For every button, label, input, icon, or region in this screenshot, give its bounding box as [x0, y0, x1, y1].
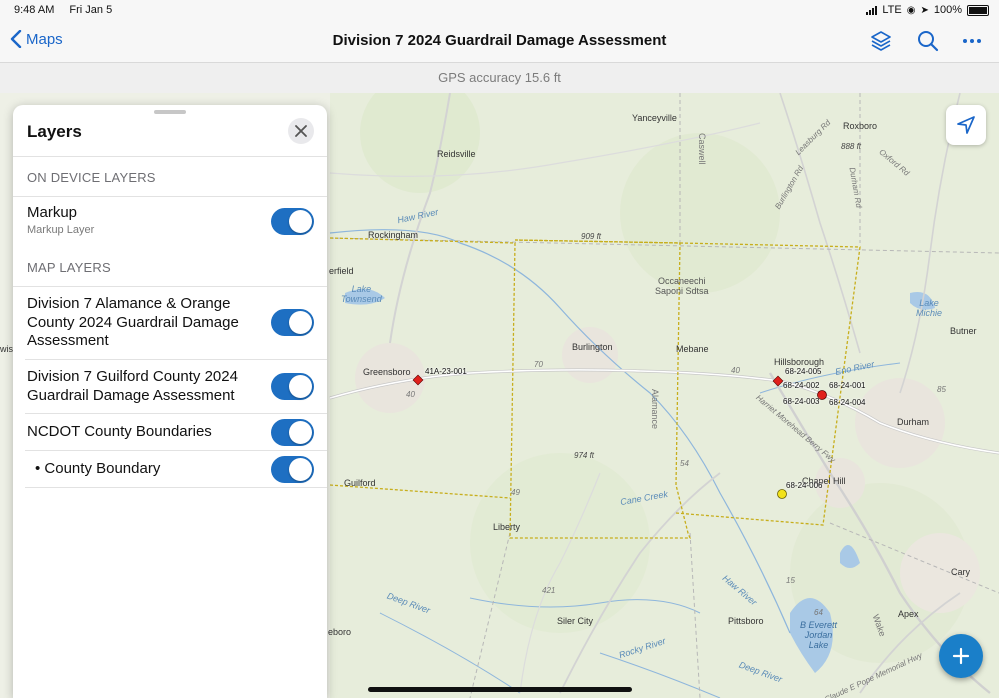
map-label-hillsborough: Hillsborough	[774, 357, 825, 367]
map-label-elev-974: 974 ft	[574, 451, 595, 460]
map-label-cary: Cary	[951, 567, 971, 577]
point-label-68-24-001: 68-24-001	[829, 381, 866, 390]
map-label-greensboro: Greensboro	[363, 367, 411, 377]
more-icon[interactable]	[961, 30, 983, 52]
map-label-route-64: 64	[814, 608, 823, 617]
divider	[13, 196, 327, 197]
plus-icon	[952, 647, 970, 665]
map-label-durham: Durham	[897, 417, 930, 427]
toggle-alamance-orange[interactable]	[271, 309, 314, 336]
close-button[interactable]	[288, 118, 314, 144]
map-label-route-421: 421	[542, 586, 556, 595]
point-68-24-006[interactable]	[777, 489, 787, 499]
layer-name-county-boundary: • County Boundary	[35, 460, 161, 477]
point-label-68-24-006: 68-24-006	[786, 481, 823, 490]
map-label-erfield: erfield	[329, 266, 354, 276]
map-label-butner: Butner	[950, 326, 977, 336]
map-label-mebane: Mebane	[676, 344, 709, 354]
map-label-alamance: Alamance	[650, 389, 660, 430]
status-date: Fri Jan 5	[69, 4, 113, 16]
toggle-guilford[interactable]	[271, 373, 314, 400]
gps-accuracy-bar: GPS accuracy 15.6 ft	[0, 62, 999, 94]
map-label-jordan-lake: B Everett Jordan Lake	[800, 620, 838, 650]
divider	[13, 156, 327, 157]
locate-button[interactable]	[946, 105, 986, 145]
layer-name-county-boundaries: NCDOT County Boundaries	[27, 423, 212, 440]
map-label-eboro: eboro	[328, 627, 352, 637]
back-button[interactable]: Maps	[10, 30, 63, 48]
toggle-knob	[289, 210, 312, 233]
map-label-route-54: 54	[680, 459, 689, 468]
add-feature-button[interactable]	[939, 634, 983, 678]
location-arrow-icon: ➤	[920, 4, 929, 16]
point-label-68-24-004: 68-24-004	[829, 398, 866, 407]
divider	[13, 286, 327, 287]
map-label-pittsboro: Pittsboro	[728, 616, 764, 626]
toggle-county-boundaries[interactable]	[271, 419, 314, 446]
chevron-left-icon	[10, 30, 22, 48]
map-label-rockingham: Rockingham	[368, 230, 419, 240]
map-label-elev-888: 888 ft	[841, 142, 862, 151]
map-label-route-49: 49	[511, 488, 520, 497]
map-label-roxboro: Roxboro	[843, 121, 878, 131]
point-label-68-24-002: 68-24-002	[783, 381, 820, 390]
map-label-burlington: Burlington	[572, 342, 613, 352]
map-label-liberty: Liberty	[493, 522, 521, 532]
map-label-caswell: Caswell	[697, 133, 707, 165]
divider	[25, 413, 327, 414]
layers-panel: Layers ON DEVICE LAYERS Markup Markup La…	[13, 105, 327, 698]
status-time: 9:48 AM	[14, 4, 55, 16]
toggle-knob	[289, 311, 312, 334]
layer-sublabel-markup: Markup Layer	[27, 224, 95, 236]
battery-icon	[967, 4, 989, 16]
map-label-yanceyville: Yanceyville	[632, 113, 677, 123]
nav-bar: Maps Division 7 2024 Guardrail Damage As…	[0, 20, 999, 62]
divider	[25, 450, 327, 451]
map-label-route-40-east: 40	[731, 366, 740, 375]
point-label-68-24-005: 68-24-005	[785, 367, 822, 376]
divider	[25, 487, 327, 488]
toggle-knob	[289, 421, 312, 444]
layer-name-alamance-orange: Division 7 Alamance & Orange County 2024…	[27, 295, 239, 349]
map-label-route-15: 15	[786, 576, 795, 585]
location-services-icon: ◉	[906, 4, 916, 16]
battery-label: 100%	[933, 4, 962, 16]
map-label-apex: Apex	[898, 609, 919, 619]
network-label: LTE	[882, 4, 902, 16]
map-label-elev-909: 909 ft	[581, 232, 602, 241]
map-label-route-70: 70	[534, 360, 543, 369]
layer-name-guilford: Division 7 Guilford County 2024 Guardrai…	[27, 368, 238, 404]
toggle-markup[interactable]	[271, 208, 314, 235]
close-icon	[295, 125, 307, 137]
point-label-68-24-003: 68-24-003	[783, 397, 820, 406]
map-label-siler-city: Siler City	[557, 616, 594, 626]
home-indicator[interactable]	[368, 687, 632, 692]
panel-grabber[interactable]	[154, 110, 186, 114]
location-arrow-icon	[957, 116, 975, 134]
search-icon[interactable]	[917, 30, 939, 52]
map-label-lake-townsend: Lake Townsend	[341, 284, 382, 304]
point-label-41a-23-001: 41A-23-001	[425, 367, 467, 376]
signal-icon	[866, 5, 878, 15]
page-title: Division 7 2024 Guardrail Damage Assessm…	[332, 32, 667, 49]
map-label-occaneechi: Occaneechi Saponi Sdtsa	[655, 276, 709, 296]
status-bar: 9:48 AM Fri Jan 5 LTE ◉ ➤ 100%	[0, 0, 999, 20]
panel-title: Layers	[27, 122, 82, 141]
layer-name-markup: Markup	[27, 204, 78, 221]
divider	[25, 359, 327, 360]
map-label-reidsville: Reidsville	[437, 149, 476, 159]
map-label-wis: wis	[0, 344, 13, 354]
map-label-route-40-west: 40	[406, 390, 415, 399]
back-label: Maps	[26, 30, 63, 48]
section-header-on-device: ON DEVICE LAYERS	[27, 170, 156, 185]
section-header-map-layers: MAP LAYERS	[27, 260, 111, 275]
layers-icon[interactable]	[870, 30, 892, 52]
toggle-county-boundary[interactable]	[271, 456, 314, 483]
map-label-guilford: Guilford	[344, 478, 376, 488]
toggle-knob	[289, 375, 312, 398]
map-label-route-85: 85	[937, 385, 946, 394]
toggle-knob	[289, 458, 312, 481]
map-label-lake-michie: Lake Michie	[916, 298, 943, 318]
